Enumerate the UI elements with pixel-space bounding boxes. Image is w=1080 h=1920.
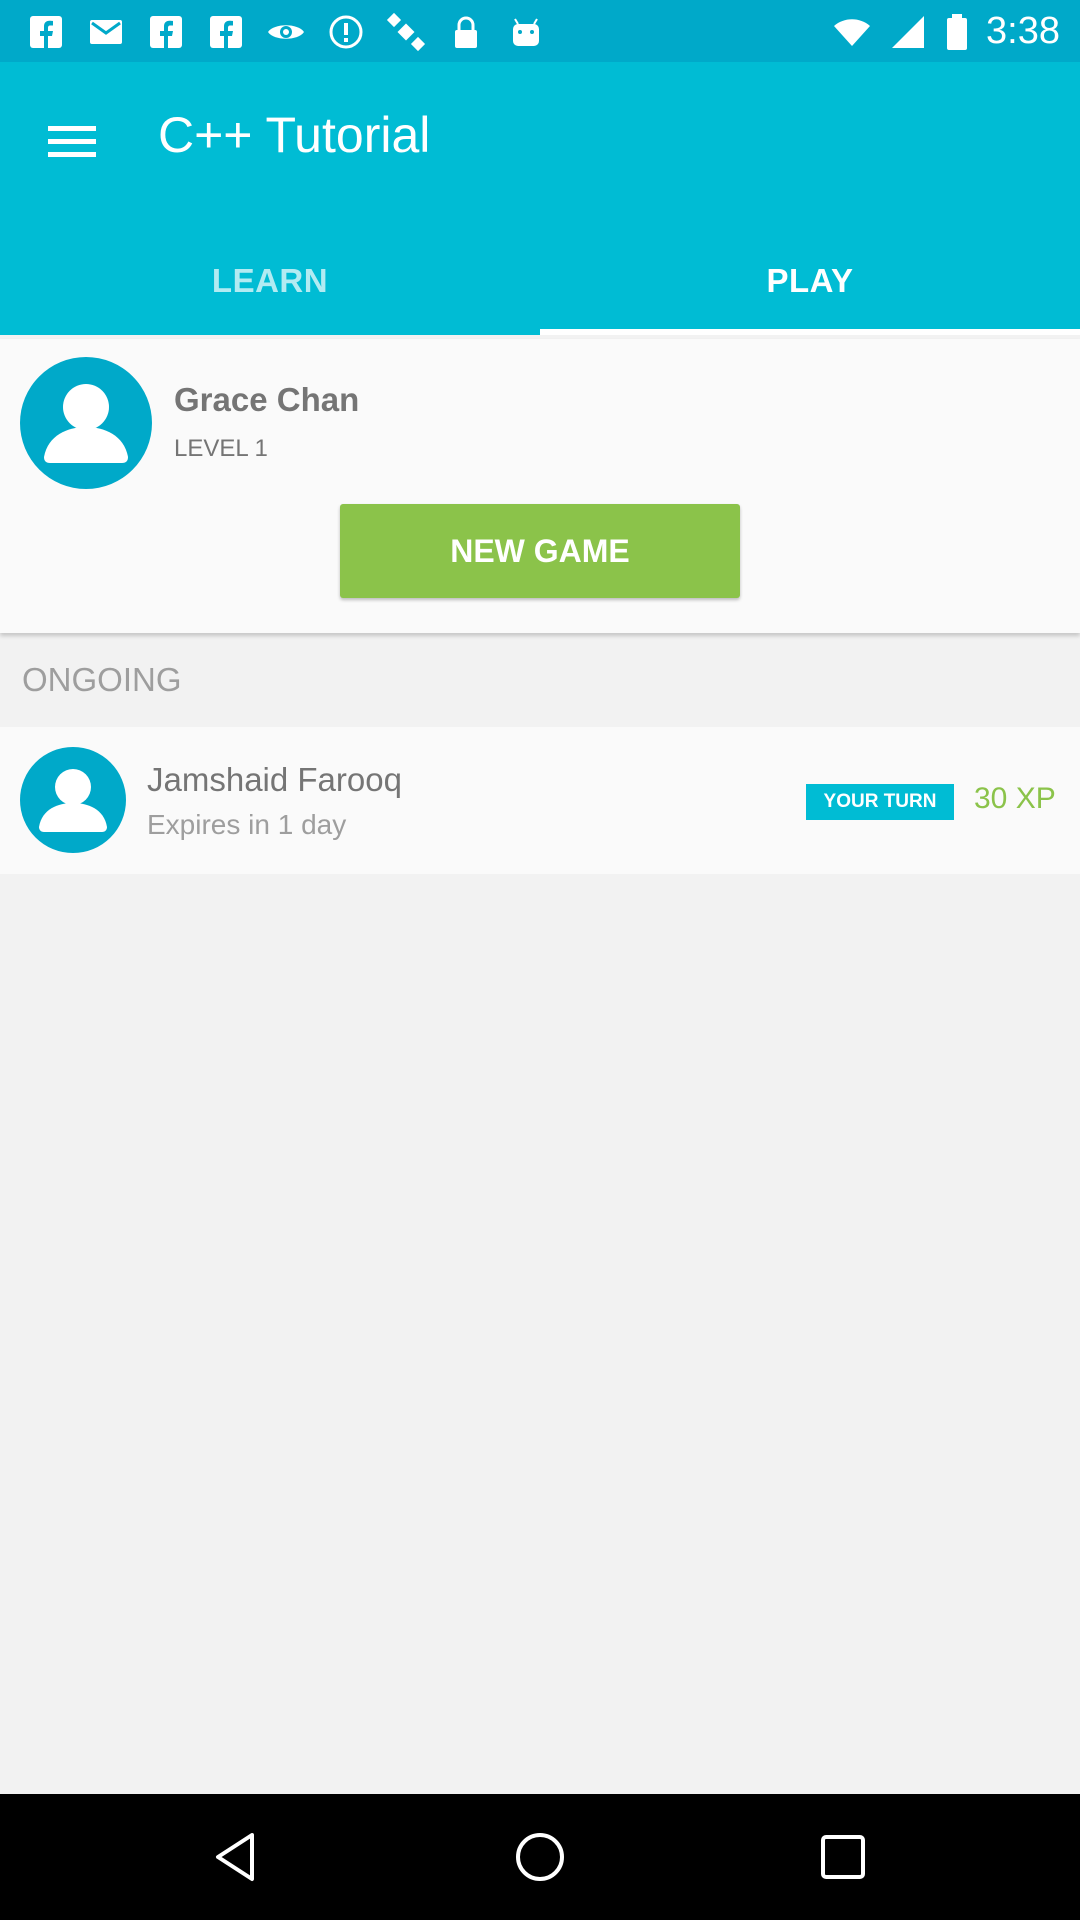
user-avatar-icon	[20, 357, 152, 489]
eye-icon	[268, 25, 304, 39]
system-status: 3:38	[832, 10, 1060, 53]
section-header-ongoing: ONGOING	[22, 661, 182, 698]
profile-level: LEVEL 1	[174, 435, 268, 462]
facebook-icon	[210, 16, 242, 48]
alert-icon	[329, 15, 363, 49]
xp-value: 30 XP	[974, 782, 1056, 815]
hamburger-menu-icon[interactable]	[44, 114, 100, 170]
tab-bar: LEARN PLAY	[0, 227, 1080, 335]
navigation-bar	[0, 1794, 1080, 1920]
app-bar: C++ Tutorial LEARN PLAY	[0, 62, 1080, 335]
signal-icon	[892, 15, 925, 48]
tab-learn[interactable]: LEARN	[0, 227, 540, 335]
lock-icon	[455, 16, 477, 48]
home-icon[interactable]	[510, 1827, 570, 1887]
recents-icon[interactable]	[813, 1827, 873, 1887]
status-time: 3:38	[986, 10, 1060, 52]
tab-play[interactable]: PLAY	[540, 227, 1080, 335]
new-game-button[interactable]: NEW GAME	[340, 504, 740, 598]
status-bar: 3:38	[0, 0, 1080, 62]
android-icon	[513, 18, 539, 46]
wifi-icon	[834, 18, 871, 46]
opponent-name: Jamshaid Farooq	[147, 761, 402, 798]
back-icon[interactable]	[206, 1827, 266, 1887]
profile-name: Grace Chan	[174, 381, 360, 418]
notification-icons	[26, 12, 546, 52]
status-badge: YOUR TURN	[806, 784, 954, 820]
satellite-icon	[386, 12, 426, 52]
profile-card: Grace Chan LEVEL 1 NEW GAME	[0, 339, 1080, 633]
list-item[interactable]: Jamshaid Farooq Expires in 1 day YOUR TU…	[0, 727, 1080, 874]
facebook-icon	[30, 16, 62, 48]
page-title: C++ Tutorial	[158, 107, 431, 163]
battery-icon	[947, 13, 968, 50]
user-avatar-icon	[20, 747, 126, 853]
expiry-text: Expires in 1 day	[147, 809, 347, 840]
email-icon	[90, 20, 122, 44]
facebook-icon	[150, 16, 182, 48]
